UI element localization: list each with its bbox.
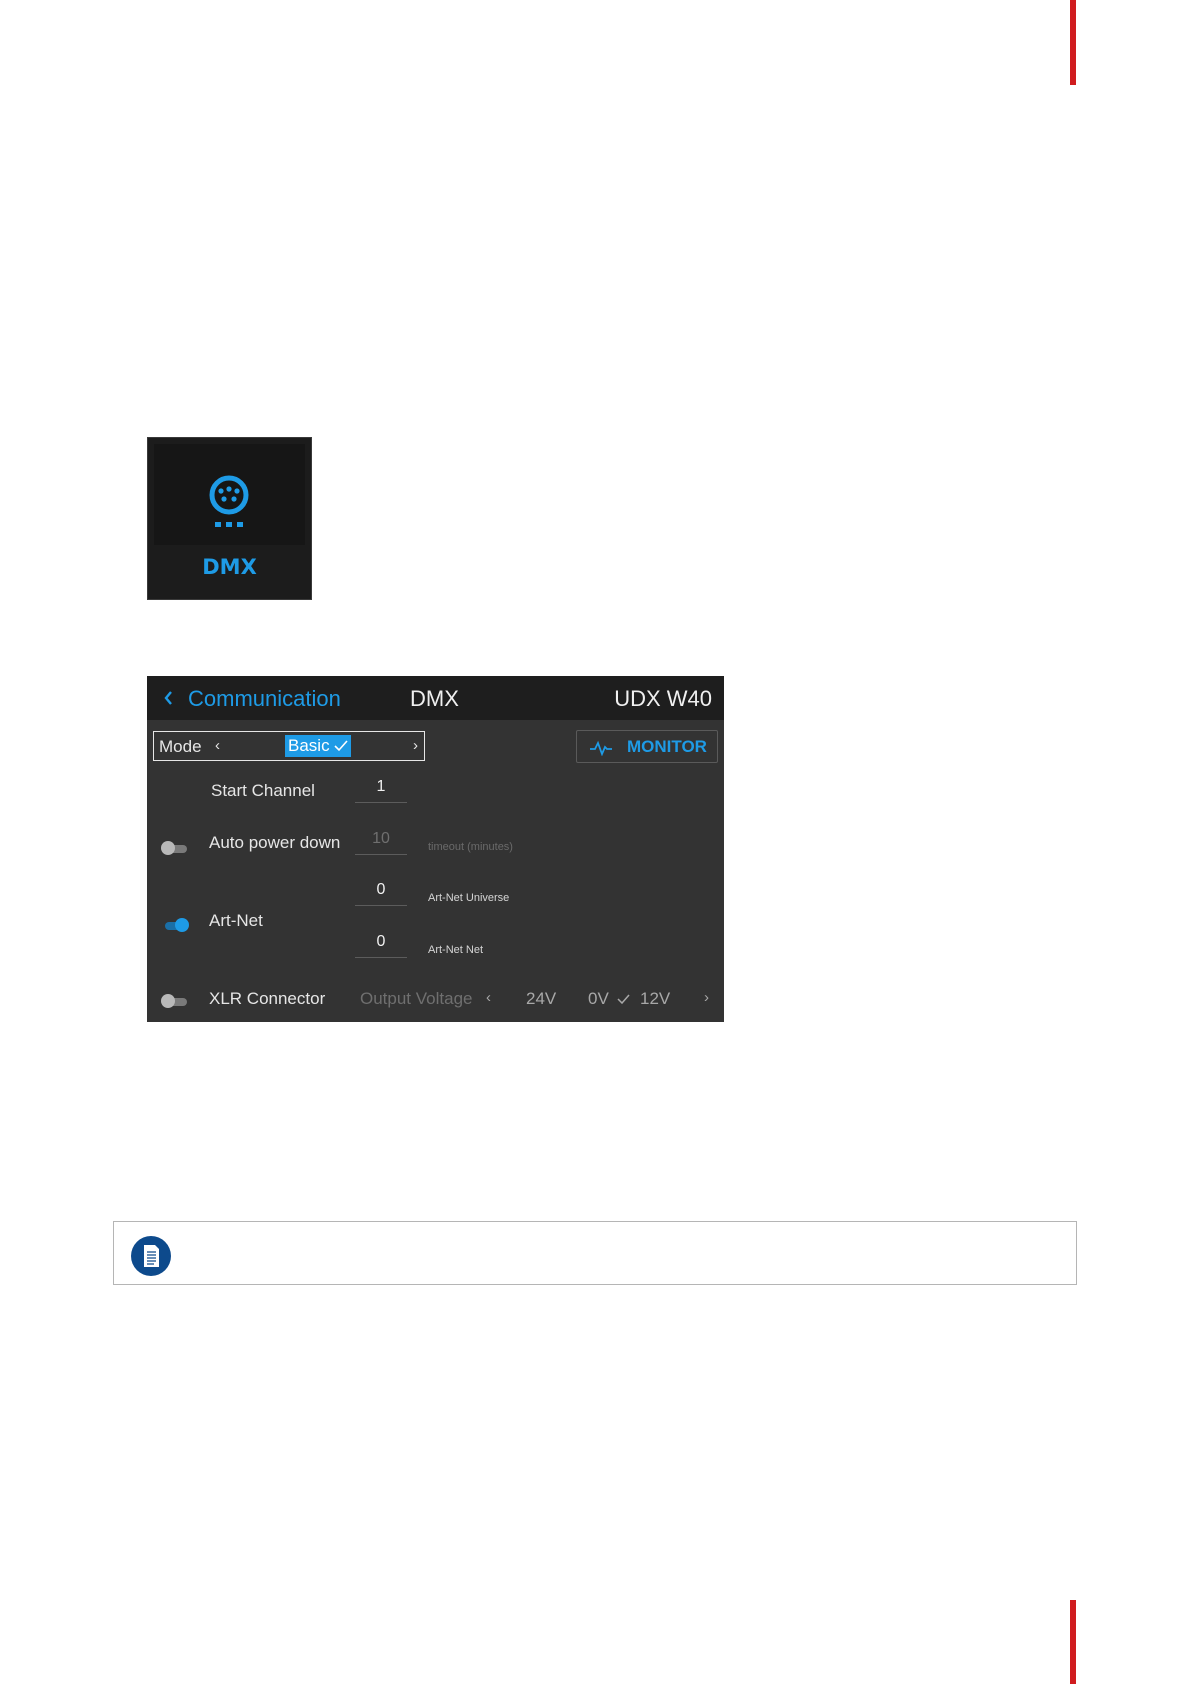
- dmx-menu-panel: Communication DMX UDX W40 Mode ‹ Basic ›…: [147, 676, 724, 1022]
- chevron-left-icon[interactable]: [163, 688, 175, 708]
- monitor-label: MONITOR: [627, 737, 707, 756]
- voltage-option-0v[interactable]: 0V: [588, 989, 609, 1009]
- start-channel-field[interactable]: 1: [355, 776, 407, 803]
- voltage-option-24v[interactable]: 24V: [526, 989, 556, 1009]
- mode-selected-value[interactable]: Basic: [285, 735, 351, 757]
- art-net-universe-field[interactable]: 0: [355, 879, 407, 906]
- art-net-toggle[interactable]: [161, 918, 189, 932]
- auto-power-down-timeout-field[interactable]: 10: [355, 828, 407, 855]
- monitor-button[interactable]: MONITOR: [576, 730, 718, 763]
- auto-power-down-hint: timeout (minutes): [428, 841, 513, 853]
- art-net-net-field[interactable]: 0: [355, 931, 407, 958]
- page-edge-marker-bottom: [1070, 1600, 1076, 1684]
- auto-power-down-label: Auto power down: [209, 833, 341, 852]
- check-icon: [334, 740, 348, 752]
- mode-selector[interactable]: Mode ‹ Basic ›: [153, 731, 425, 761]
- mode-value-text: Basic: [288, 736, 330, 755]
- start-channel-label: Start Channel: [211, 781, 315, 800]
- menu-header: Communication DMX UDX W40: [147, 676, 724, 720]
- note-document-icon: [131, 1236, 171, 1276]
- dmx-tile[interactable]: DMX: [147, 437, 312, 600]
- output-voltage-label: Output Voltage: [360, 989, 473, 1008]
- auto-power-down-toggle[interactable]: [161, 841, 189, 855]
- check-icon: [617, 994, 630, 1005]
- art-net-net-hint: Art-Net Net: [428, 944, 484, 956]
- voltage-prev-button[interactable]: ‹: [486, 989, 491, 1006]
- toggle-knob: [175, 918, 189, 932]
- menu-title: DMX: [410, 686, 459, 711]
- mode-label: Mode: [159, 737, 202, 756]
- toggle-knob: [161, 841, 175, 855]
- voltage-next-button[interactable]: ›: [704, 989, 709, 1006]
- art-net-label: Art-Net: [209, 911, 263, 930]
- tile-label: DMX: [202, 555, 257, 579]
- dmx-connector-icon: [209, 475, 249, 527]
- mode-prev-button[interactable]: ‹: [215, 737, 220, 754]
- tile-icon-area: [154, 444, 305, 545]
- page-edge-marker-top: [1070, 0, 1076, 85]
- pulse-icon: [590, 740, 612, 756]
- note-box: [113, 1221, 1077, 1285]
- xlr-connector-toggle[interactable]: [161, 994, 189, 1008]
- mode-next-button[interactable]: ›: [413, 737, 418, 754]
- art-net-universe-hint: Art-Net Universe: [428, 892, 510, 904]
- toggle-knob: [161, 994, 175, 1008]
- back-to-communication[interactable]: Communication: [188, 686, 341, 712]
- xlr-connector-label: XLR Connector: [209, 989, 326, 1008]
- voltage-option-12v[interactable]: 12V: [640, 989, 670, 1009]
- device-name: UDX W40: [614, 686, 712, 711]
